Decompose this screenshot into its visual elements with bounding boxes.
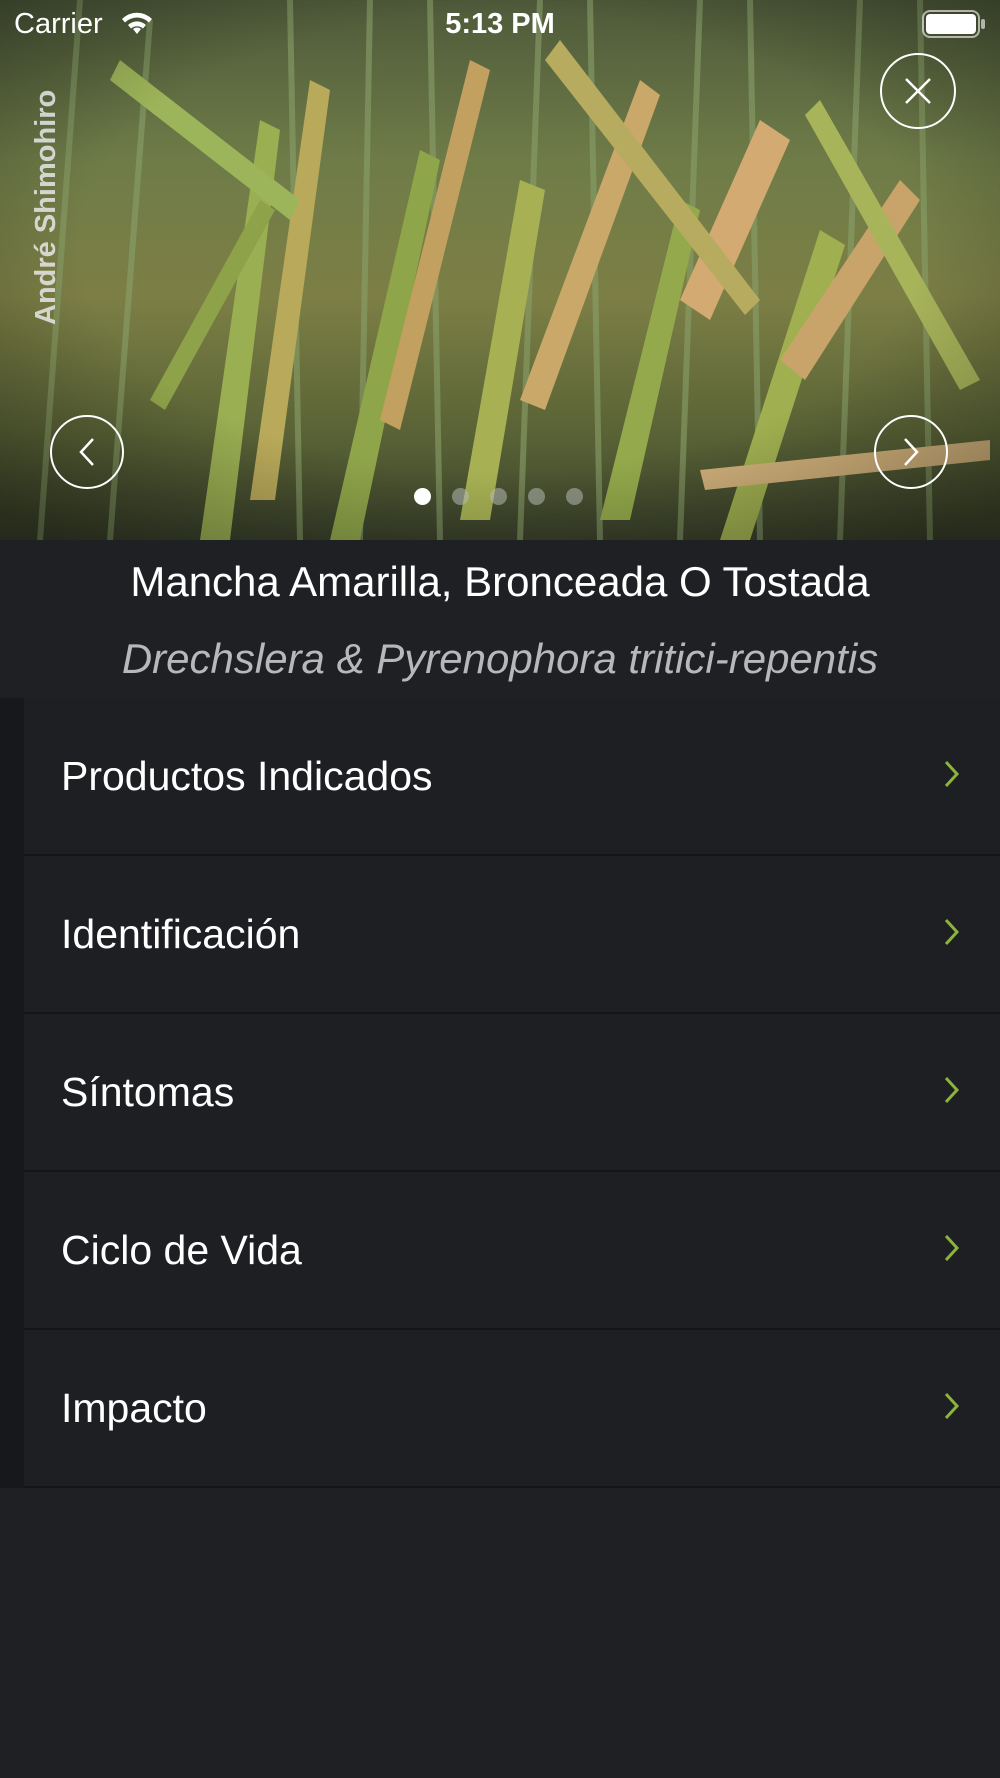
previous-image-button[interactable] <box>50 415 124 489</box>
page-dot[interactable] <box>452 488 469 505</box>
page-dot[interactable] <box>566 488 583 505</box>
header-block: Mancha Amarilla, Bronceada O Tostada Dre… <box>0 540 1000 698</box>
chevron-right-icon <box>944 918 960 946</box>
clock-label: 5:13 PM <box>445 8 555 40</box>
close-icon <box>905 78 931 104</box>
menu-item-label: Ciclo de Vida <box>61 1227 302 1273</box>
battery-icon <box>922 10 986 46</box>
chevron-right-icon <box>944 760 960 788</box>
page-dot[interactable] <box>528 488 545 505</box>
menu-item-ciclo-de-vida[interactable]: Ciclo de Vida <box>24 1172 1000 1330</box>
scientific-name: Drechslera & Pyrenophora tritici-repenti… <box>121 635 879 682</box>
status-bar: Carrier 5:13 PM <box>0 0 1000 50</box>
page-dot[interactable] <box>490 488 507 505</box>
wheat-leaf-photo <box>0 0 1000 540</box>
chevron-right-icon <box>904 438 919 466</box>
hero-image-carousel[interactable]: Carrier 5:13 PM André Shimohiro <box>0 0 1000 540</box>
chevron-right-icon <box>944 1076 960 1104</box>
page-indicator[interactable] <box>414 488 583 505</box>
menu-item-productos-indicados[interactable]: Productos Indicados <box>24 698 1000 856</box>
photo-credit: André Shimohiro <box>30 89 62 325</box>
next-image-button[interactable] <box>874 415 948 489</box>
menu-item-label: Identificación <box>61 911 301 957</box>
chevron-right-icon <box>944 1392 960 1420</box>
menu-item-label: Síntomas <box>61 1069 235 1115</box>
section-menu: Productos Indicados Identificación Sínto… <box>0 698 1000 1488</box>
menu-item-label: Productos Indicados <box>61 753 433 799</box>
menu-item-label: Impacto <box>61 1385 207 1431</box>
chevron-left-icon <box>79 438 94 466</box>
page-dot[interactable] <box>414 488 431 505</box>
close-button[interactable] <box>880 53 956 129</box>
menu-item-sintomas[interactable]: Síntomas <box>24 1014 1000 1172</box>
menu-item-impacto[interactable]: Impacto <box>24 1330 1000 1488</box>
chevron-right-icon <box>944 1234 960 1262</box>
disease-title: Mancha Amarilla, Bronceada O Tostada <box>130 558 870 605</box>
menu-item-identificacion[interactable]: Identificación <box>24 856 1000 1014</box>
